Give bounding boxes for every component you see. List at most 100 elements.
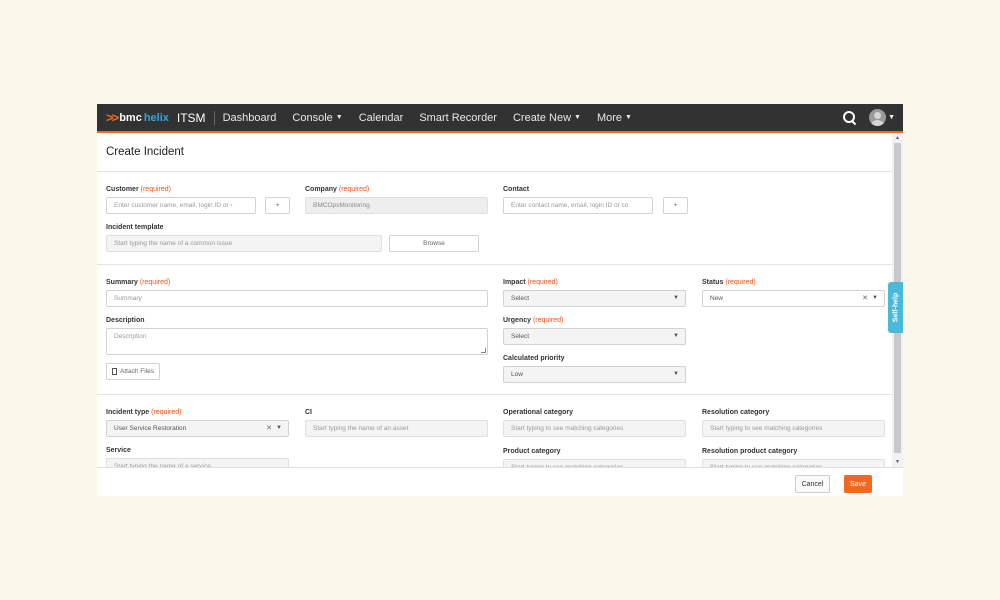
attach-files-button[interactable]: Attach Files	[106, 363, 160, 380]
incident-type-select[interactable]: User Service Restoration ✕ ▼	[106, 420, 289, 437]
logo-helix-text: helix	[143, 111, 169, 124]
add-customer-button[interactable]: +	[265, 197, 290, 214]
operational-category-input[interactable]: Start typing to see matching categories	[503, 420, 686, 437]
chevron-down-icon: ▼	[276, 425, 282, 431]
resolution-category-input[interactable]: Start typing to see matching categories	[702, 420, 885, 437]
required-marker: (required)	[151, 409, 182, 416]
nav-create-new-label: Create New	[512, 111, 572, 124]
service-input[interactable]: Start typing the name of a service	[106, 458, 289, 467]
status-label-text: Status	[702, 279, 724, 286]
required-marker: (required)	[140, 186, 171, 193]
incident-type-label: Incident type (required)	[106, 409, 182, 416]
required-marker: (required)	[139, 279, 171, 286]
chevron-down-icon: ▼	[673, 371, 679, 377]
description-placeholder: Description	[114, 333, 147, 340]
customer-input[interactable]: Enter customer name, email, login ID or …	[106, 197, 256, 214]
product-name: ITSM	[177, 110, 215, 125]
logo-bmc-text: bmc	[119, 111, 142, 124]
calculated-priority-select[interactable]: Low ▼	[503, 366, 686, 383]
incident-form: Create Incident Customer (required) Ente…	[97, 133, 892, 467]
summary-label-text: Summary	[106, 279, 138, 286]
resize-handle-icon[interactable]	[481, 348, 486, 353]
summary-label: Summary (required)	[106, 279, 170, 286]
nav-console[interactable]: Console ▼	[292, 112, 342, 124]
scroll-up-icon[interactable]: ▲	[895, 135, 900, 141]
nav-more-label: More	[596, 111, 623, 124]
urgency-label-text: Urgency	[503, 317, 532, 324]
bmc-helix-logo[interactable]: >> bmc helix ITSM	[97, 104, 215, 131]
resolution-category-label: Resolution category	[702, 409, 770, 416]
nav-calendar[interactable]: Calendar	[359, 112, 404, 124]
self-help-tab[interactable]: Self-help	[888, 282, 903, 333]
page-title: Create Incident	[97, 133, 892, 172]
file-icon	[112, 368, 118, 375]
priority-value: Low	[511, 371, 523, 378]
status-select[interactable]: New ✕ ▼	[702, 290, 885, 307]
operational-category-label: Operational category	[503, 409, 574, 416]
user-avatar[interactable]	[869, 109, 887, 126]
impact-label: Impact (required)	[503, 279, 558, 286]
ci-label: CI	[305, 409, 312, 416]
incident-type-label-text: Incident type	[106, 409, 150, 416]
company-label: Company (required)	[305, 186, 369, 193]
company-field: BMCOpsMonitoring	[305, 197, 488, 214]
attach-files-label: Attach Files	[120, 368, 154, 375]
nav-create-new[interactable]: Create New ▼	[513, 112, 581, 124]
customer-label: Customer (required)	[106, 186, 171, 193]
itsm-app-window: >> bmc helix ITSM Dashboard Console ▼ Cal…	[97, 104, 903, 496]
company-label-text: Company	[305, 186, 337, 193]
service-label: Service	[106, 447, 131, 454]
chevron-down-icon: ▼	[673, 295, 679, 301]
nav-more[interactable]: More ▼	[597, 112, 632, 124]
add-contact-button[interactable]: +	[663, 197, 688, 214]
calculated-priority-label: Calculated priority	[503, 355, 565, 362]
summary-input[interactable]: Summary	[106, 290, 488, 307]
required-marker: (required)	[527, 279, 558, 286]
self-help-label: Self-help	[892, 292, 899, 323]
customer-label-text: Customer	[106, 186, 139, 193]
top-right-actions: ▼	[843, 104, 895, 131]
main-nav: Dashboard Console ▼ Calendar Smart Record…	[215, 104, 632, 131]
incident-template-input[interactable]: Start typing the name of a common issue	[106, 235, 382, 252]
chevron-down-icon: ▼	[574, 114, 581, 121]
clear-icon[interactable]: ✕	[266, 424, 272, 432]
chevron-down-icon: ▼	[625, 114, 632, 121]
contact-input[interactable]: Enter contact name, email, login ID or c…	[503, 197, 653, 214]
required-marker: (required)	[725, 279, 756, 286]
classification-section: Incident type (required) User Service Re…	[97, 395, 892, 467]
impact-select[interactable]: Select ▼	[503, 290, 686, 307]
bmc-logo-icon: >>	[106, 110, 119, 125]
incident-type-value: User Service Restoration	[114, 425, 187, 432]
urgency-label: Urgency (required)	[503, 317, 563, 324]
summary-section: Summary (required) Summary Description D…	[97, 265, 892, 395]
ci-input[interactable]: Start typing the name of an asset	[305, 420, 488, 437]
impact-label-text: Impact	[503, 279, 526, 286]
save-button[interactable]: Save	[844, 475, 872, 493]
browse-button[interactable]: Browse	[389, 235, 479, 252]
contact-label: Contact	[503, 186, 530, 193]
urgency-select[interactable]: Select ▼	[503, 328, 686, 345]
chevron-down-icon: ▼	[673, 333, 679, 339]
cancel-button[interactable]: Cancel	[795, 475, 830, 493]
description-label: Description	[106, 317, 145, 324]
nav-console-label: Console	[292, 111, 333, 124]
form-footer: Cancel Save	[97, 467, 903, 496]
customer-section: Customer (required) Enter customer name,…	[97, 172, 892, 265]
search-icon[interactable]	[843, 110, 857, 125]
description-textarea[interactable]: Description	[106, 328, 488, 355]
incident-template-label: Incident template	[106, 224, 164, 231]
required-marker: (required)	[338, 186, 370, 193]
nav-smart-recorder[interactable]: Smart Recorder	[419, 112, 497, 124]
nav-dashboard[interactable]: Dashboard	[223, 112, 277, 124]
clear-icon[interactable]: ✕	[862, 294, 868, 302]
resolution-product-category-input[interactable]: Start typing to see matching categories	[702, 459, 885, 467]
scroll-down-icon[interactable]: ▼	[895, 459, 900, 465]
urgency-value: Select	[511, 333, 530, 340]
chevron-down-icon[interactable]: ▼	[888, 114, 895, 121]
chevron-down-icon: ▼	[335, 114, 343, 121]
impact-value: Select	[511, 295, 530, 302]
status-value: New	[710, 295, 724, 302]
product-category-label: Product category	[503, 448, 561, 455]
required-marker: (required)	[532, 317, 564, 324]
product-category-input[interactable]: Start typing to see matching categories	[503, 459, 686, 467]
